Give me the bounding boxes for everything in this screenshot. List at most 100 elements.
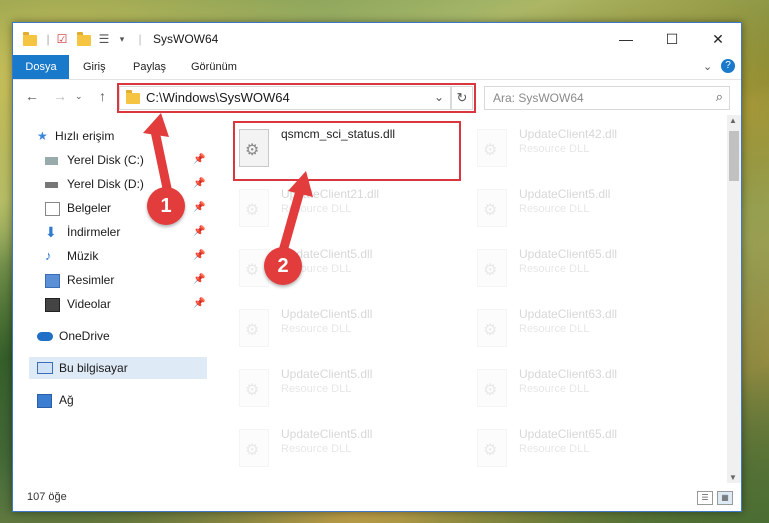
tab-file[interactable]: Dosya (13, 55, 69, 79)
videos-icon (45, 298, 60, 312)
navigation-pane: ★ Hızlı erişim Yerel Disk (C:) 📌 Yerel D… (13, 115, 207, 475)
tab-view[interactable]: Görünüm (191, 55, 237, 79)
callout-step-1: 1 (147, 187, 185, 225)
dll-file-icon (239, 309, 269, 347)
minimize-button[interactable]: — (603, 23, 649, 55)
sidebar-item-label: İndirmeler (67, 225, 121, 239)
file-type: Resource DLL (519, 443, 590, 455)
sidebar-item-label: OneDrive (59, 329, 110, 343)
details-view-icon[interactable]: ☰ (697, 491, 713, 505)
drive-icon (45, 182, 58, 188)
sidebar-item-label: Yerel Disk (C:) (67, 153, 144, 167)
sidebar-item-pictures[interactable]: Resimler 📌 (45, 269, 207, 291)
vertical-scrollbar[interactable]: ▲ ▼ (727, 115, 741, 483)
properties-icon[interactable]: ☑ (55, 32, 69, 46)
file-type: Resource DLL (519, 323, 590, 335)
scroll-down-icon[interactable]: ▼ (729, 473, 737, 482)
list-item[interactable]: UpdateClient5.dll Resource DLL (231, 361, 461, 415)
separator-icon: | (46, 32, 50, 46)
chevron-down-icon[interactable]: ⌄ (75, 91, 83, 102)
forward-icon[interactable]: → (53, 88, 67, 104)
cloud-icon (37, 332, 53, 341)
file-type: Resource DLL (281, 323, 352, 335)
dll-file-icon (239, 369, 269, 407)
sidebar-item-label: Videolar (67, 297, 111, 311)
close-button[interactable]: ✕ (695, 23, 741, 55)
search-input[interactable]: Ara: SysWOW64 (493, 91, 584, 105)
list-item[interactable]: UpdateClient65.dll Resource DLL (469, 421, 699, 475)
pin-icon: 📌 (193, 250, 206, 261)
explorer-window: | ☑ ☰ ▾ | SysWOW64 — ☐ ✕ Dosya Giriş Pay… (12, 22, 742, 512)
scroll-up-icon[interactable]: ▲ (729, 116, 737, 125)
list-item[interactable]: UpdateClient63.dll Resource DLL (469, 361, 699, 415)
dll-file-icon (477, 189, 507, 227)
address-highlight-box (117, 83, 476, 113)
music-icon: ♪ (45, 248, 52, 263)
chevron-down-icon[interactable]: ▾ (115, 32, 129, 46)
pictures-icon (45, 274, 60, 288)
dll-file-icon (477, 129, 507, 167)
list-item[interactable]: UpdateClient21.dll Resource DLL (231, 181, 461, 235)
sidebar-item-label: Belgeler (67, 201, 112, 215)
sidebar-item-onedrive[interactable]: OneDrive (37, 325, 207, 347)
maximize-button[interactable]: ☐ (649, 23, 695, 55)
file-name: UpdateClient42.dll (519, 127, 618, 141)
file-type: Resource DLL (281, 203, 352, 215)
dll-file-icon (477, 369, 507, 407)
sidebar-item-network[interactable]: Ağ (37, 389, 207, 411)
file-name: UpdateClient65.dll (519, 427, 618, 441)
sidebar-item-local-disk-d[interactable]: Yerel Disk (D:) 📌 (45, 173, 207, 195)
expand-ribbon-icon[interactable]: ⌄ (703, 55, 712, 79)
sidebar-item-label: Müzik (67, 249, 99, 263)
back-icon[interactable]: ← (25, 88, 39, 104)
customize-toolbar-icon[interactable]: ☰ (97, 32, 111, 46)
sidebar-item-label: Resimler (67, 273, 115, 287)
file-highlight-box (233, 121, 461, 181)
sidebar-item-music[interactable]: ♪ Müzik 📌 (45, 245, 207, 267)
list-item[interactable]: UpdateClient5.dll Resource DLL (231, 301, 461, 355)
scrollbar-thumb[interactable] (729, 131, 739, 181)
sidebar-item-label: Yerel Disk (D:) (67, 177, 144, 191)
search-icon[interactable]: ⌕ (716, 89, 723, 105)
file-type: Resource DLL (519, 263, 590, 275)
download-icon: ⬇ (45, 224, 57, 240)
list-item[interactable]: UpdateClient42.dll Resource DLL (469, 121, 699, 175)
folder-icon (23, 32, 37, 46)
pin-icon: 📌 (193, 226, 206, 237)
search-box[interactable]: Ara: SysWOW64 ⌕ (484, 86, 730, 110)
dll-file-icon (239, 429, 269, 467)
tab-share[interactable]: Paylaş (133, 55, 166, 79)
file-type: Resource DLL (281, 383, 352, 395)
separator-icon: | (138, 32, 142, 46)
title-bar: | ☑ ☰ ▾ | SysWOW64 — ☐ ✕ (13, 23, 741, 55)
pin-icon: 📌 (193, 202, 206, 213)
pin-icon: 📌 (193, 178, 206, 189)
new-folder-icon[interactable] (77, 32, 91, 46)
list-item[interactable]: UpdateClient63.dll Resource DLL (469, 301, 699, 355)
sidebar-item-videos[interactable]: Videolar 📌 (45, 293, 207, 315)
dll-file-icon (477, 309, 507, 347)
sidebar-item-label: Bu bilgisayar (59, 361, 128, 375)
large-icons-view-icon[interactable]: ▦ (717, 491, 733, 505)
file-type: Resource DLL (519, 383, 590, 395)
documents-icon (45, 202, 60, 216)
sidebar-item-this-pc[interactable]: Bu bilgisayar (29, 357, 207, 379)
tab-home[interactable]: Giriş (83, 55, 106, 79)
drive-icon (45, 157, 58, 165)
file-type: Resource DLL (519, 143, 590, 155)
list-item[interactable]: UpdateClient5.dll Resource DLL (469, 181, 699, 235)
status-bar: 107 öğe ☰ ▦ (13, 483, 741, 511)
pin-icon: 📌 (193, 154, 206, 165)
network-icon (37, 394, 52, 408)
sidebar-item-quick-access[interactable]: ★ Hızlı erişim (37, 125, 207, 147)
dll-file-icon (477, 249, 507, 287)
help-icon[interactable]: ? (721, 59, 735, 73)
sidebar-item-local-disk-c[interactable]: Yerel Disk (C:) 📌 (45, 149, 207, 171)
list-item[interactable]: UpdateClient5.dll Resource DLL (231, 421, 461, 475)
file-name: UpdateClient21.dll (281, 187, 380, 201)
pin-icon: 📌 (193, 298, 206, 309)
list-item[interactable]: UpdateClient65.dll Resource DLL (469, 241, 699, 295)
callout-step-2: 2 (264, 247, 302, 285)
up-icon[interactable]: ↑ (99, 88, 106, 104)
sidebar-item-downloads[interactable]: ⬇ İndirmeler 📌 (45, 221, 207, 243)
